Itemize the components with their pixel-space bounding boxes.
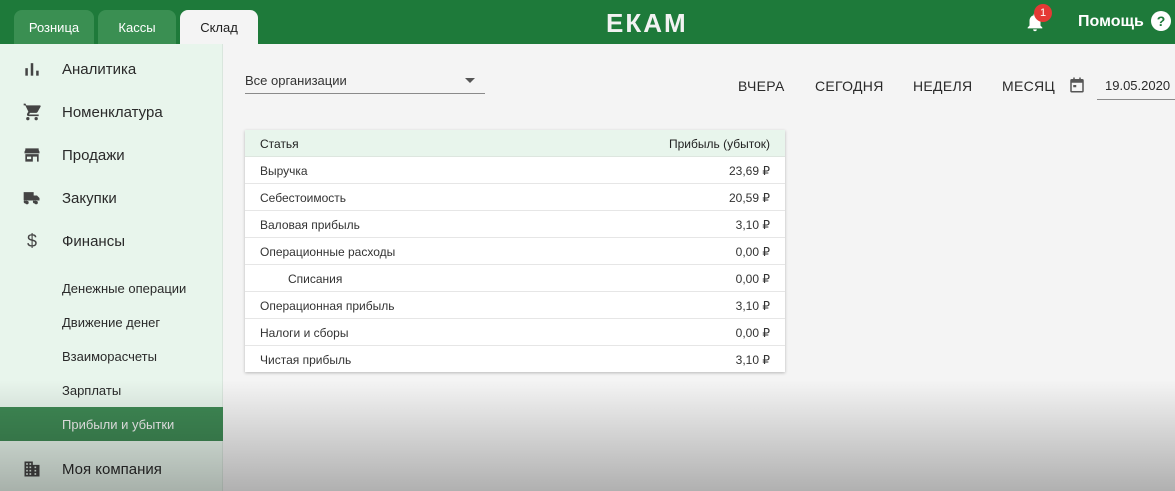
row-item: Операционные расходы <box>260 245 396 259</box>
sidebar-item-nomenclature[interactable]: Номенклатура <box>0 94 223 130</box>
notification-badge: 1 <box>1034 4 1052 22</box>
sidebar-subitem-label: Зарплаты <box>62 382 122 398</box>
table-row: Чистая прибыль 3,10 ₽ <box>245 346 785 373</box>
table-row: Списания 0,00 ₽ <box>245 265 785 292</box>
tab-retail[interactable]: Розница <box>14 10 94 44</box>
tab-warehouse[interactable]: Склад <box>180 10 258 44</box>
organization-select[interactable]: Все организации <box>245 66 485 94</box>
sidebar-subitem-cash-flow[interactable]: Движение денег <box>0 305 223 339</box>
building-icon <box>24 461 40 477</box>
profit-loss-table: Статья Прибыль (убыток) Выручка 23,69 ₽ … <box>245 130 785 372</box>
table-header: Статья Прибыль (убыток) <box>245 130 785 157</box>
table-row: Налоги и сборы 0,00 ₽ <box>245 319 785 346</box>
row-value: 20,59 ₽ <box>729 191 770 205</box>
sidebar-item-purchases[interactable]: Закупки <box>0 180 223 216</box>
sidebar-item-label: Моя компания <box>62 460 162 478</box>
sidebar-subitem-settlements[interactable]: Взаиморасчеты <box>0 339 223 373</box>
row-item: Налоги и сборы <box>260 326 349 340</box>
top-bar: Розница Кассы Склад ЕКАМ 1 Помощь ? <box>0 0 1175 44</box>
column-header-value: Прибыль (убыток) <box>669 137 770 151</box>
sidebar: Аналитика Номенклатура Продажи Закупки $… <box>0 44 223 491</box>
sidebar-subitem-label: Взаиморасчеты <box>62 348 157 364</box>
help-icon[interactable]: ? <box>1151 11 1171 31</box>
cart-icon <box>23 103 41 121</box>
sidebar-item-label: Финансы <box>62 232 125 250</box>
brand-logo[interactable]: ЕКАМ <box>606 8 688 39</box>
bar-chart-icon <box>25 63 39 76</box>
table-row: Операционная прибыль 3,10 ₽ <box>245 292 785 319</box>
table-row: Себестоимость 20,59 ₽ <box>245 184 785 211</box>
store-icon <box>24 148 40 162</box>
sidebar-item-sales[interactable]: Продажи <box>0 137 223 173</box>
truck-icon <box>23 192 40 205</box>
sidebar-subitem-profit-loss[interactable]: Прибыли и убытки <box>0 407 223 441</box>
row-item: Валовая прибыль <box>260 218 360 232</box>
sidebar-subitem-label: Движение денег <box>62 314 161 330</box>
row-item: Операционная прибыль <box>260 299 395 313</box>
dollar-icon: $ <box>26 231 37 251</box>
period-week-button[interactable]: НЕДЕЛЯ <box>913 78 972 94</box>
sidebar-item-label: Закупки <box>62 189 117 207</box>
sidebar-subitem-label: Денежные операции <box>62 280 187 296</box>
row-value: 3,10 ₽ <box>735 218 770 232</box>
period-today-button[interactable]: СЕГОДНЯ <box>815 78 884 94</box>
period-month-button[interactable]: МЕСЯЦ <box>1002 78 1055 94</box>
row-item: Списания <box>288 272 343 286</box>
sidebar-item-label: Аналитика <box>62 60 137 78</box>
chevron-down-icon <box>465 78 475 83</box>
date-input-value: 19.05.2020 <box>1105 78 1171 93</box>
row-value: 3,10 ₽ <box>735 353 770 367</box>
organization-select-value: Все организации <box>245 73 347 88</box>
table-row: Операционные расходы 0,00 ₽ <box>245 238 785 265</box>
sidebar-subitem-label: Прибыли и убытки <box>62 416 175 432</box>
tab-cash-registers[interactable]: Кассы <box>98 10 176 44</box>
sidebar-subitem-money-operations[interactable]: Денежные операции <box>0 271 223 305</box>
date-input[interactable]: 19.05.2020 <box>1097 70 1175 100</box>
row-item: Себестоимость <box>260 191 347 205</box>
row-item: Выручка <box>260 164 308 178</box>
row-value: 0,00 ₽ <box>735 245 770 259</box>
sidebar-item-label: Продажи <box>62 146 125 164</box>
sidebar-item-label: Номенклатура <box>62 103 163 121</box>
sidebar-item-analytics[interactable]: Аналитика <box>0 51 223 87</box>
row-value: 0,00 ₽ <box>735 326 770 340</box>
row-value: 3,10 ₽ <box>735 299 770 313</box>
calendar-icon[interactable] <box>1068 76 1086 94</box>
row-value: 0,00 ₽ <box>735 272 770 286</box>
table-row: Валовая прибыль 3,10 ₽ <box>245 211 785 238</box>
sidebar-item-finance[interactable]: $ Финансы <box>0 223 223 259</box>
row-item: Чистая прибыль <box>260 353 352 367</box>
sidebar-subitem-salaries[interactable]: Зарплаты <box>0 373 223 407</box>
sidebar-item-my-company[interactable]: Моя компания <box>0 451 223 487</box>
column-header-item: Статья <box>260 137 299 151</box>
period-yesterday-button[interactable]: ВЧЕРА <box>738 78 785 94</box>
help-link[interactable]: Помощь <box>1078 13 1144 31</box>
table-row: Выручка 23,69 ₽ <box>245 157 785 184</box>
row-value: 23,69 ₽ <box>729 164 770 178</box>
